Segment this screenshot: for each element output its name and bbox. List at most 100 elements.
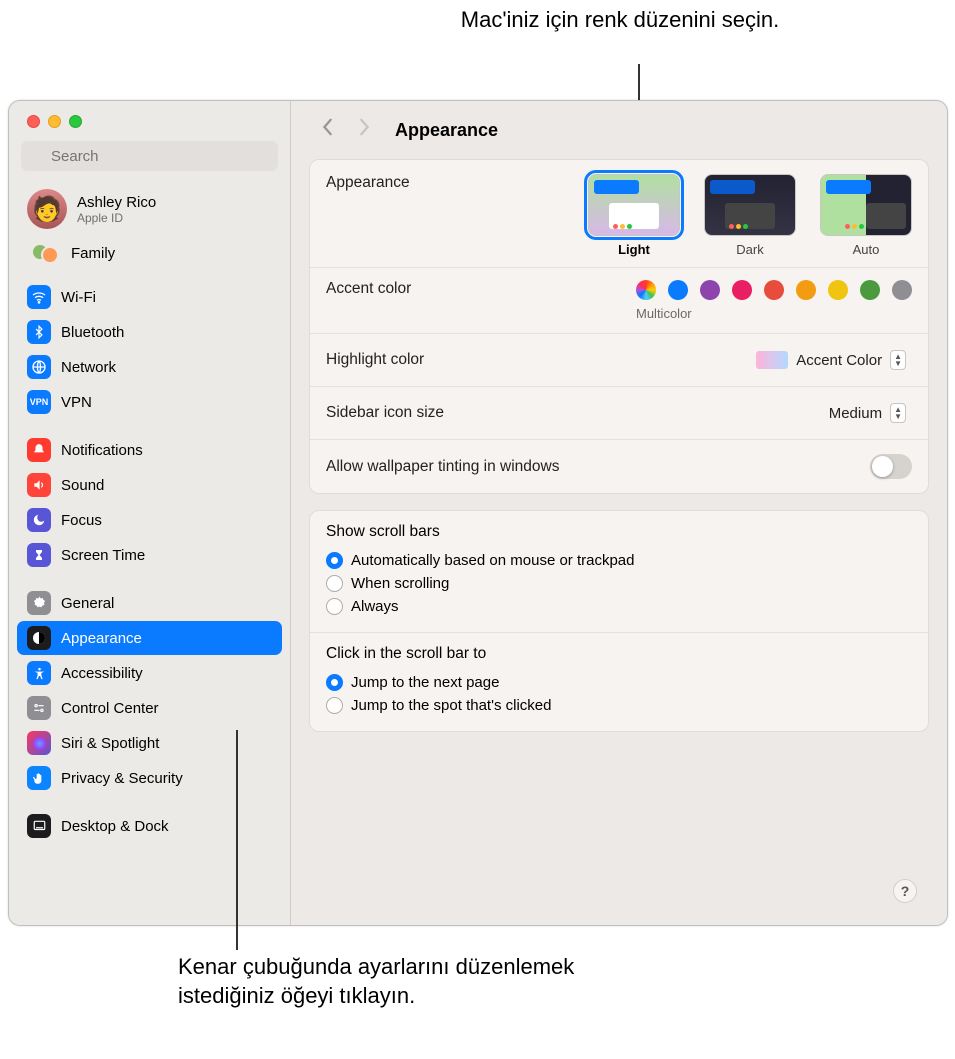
appearance-option-auto[interactable]: Auto [820, 174, 912, 257]
radio-button[interactable] [326, 697, 343, 714]
appearance-option-light[interactable]: Light [588, 174, 680, 257]
sidebar-item-label: Desktop & Dock [61, 818, 169, 835]
sidebar-item-controlcenter[interactable]: Control Center [17, 691, 282, 725]
sidebar-scroll: 🧑 Ashley Rico Apple ID Family Wi-FiBluet… [9, 179, 290, 925]
appearance-option-dark[interactable]: Dark [704, 174, 796, 257]
general-icon [27, 591, 51, 615]
sidebar-item-label: VPN [61, 394, 92, 411]
accent-color-yellow[interactable] [828, 280, 848, 300]
sidebar-item-label: Network [61, 359, 116, 376]
sidebar-item-label: Appearance [61, 630, 142, 647]
sidebar-item-label: Focus [61, 512, 102, 529]
appearance-thumb-light [588, 174, 680, 236]
search-container [9, 141, 290, 179]
sidebar-item-accessibility[interactable]: Accessibility [17, 656, 282, 690]
appearance-card: Appearance LightDarkAuto Accent color Mu… [309, 159, 929, 494]
highlight-value: Accent Color [796, 352, 882, 369]
sidebar-item-label: Control Center [61, 700, 159, 717]
click-scroll-option-spot[interactable]: Jump to the spot that's clicked [326, 694, 912, 717]
sidebar-item-general[interactable]: General [17, 586, 282, 620]
sidebar-item-siri[interactable]: Siri & Spotlight [17, 726, 282, 760]
scrollbars-option-auto[interactable]: Automatically based on mouse or trackpad [326, 549, 912, 572]
desktop-icon [27, 814, 51, 838]
sidebar-item-label: Screen Time [61, 547, 145, 564]
sidebar-item-privacy[interactable]: Privacy & Security [17, 761, 282, 795]
controlcenter-icon [27, 696, 51, 720]
accent-color-multi[interactable] [636, 280, 656, 300]
wifi-icon [27, 285, 51, 309]
notifications-icon [27, 438, 51, 462]
sidebar-item-screentime[interactable]: Screen Time [17, 538, 282, 572]
radio-label: Automatically based on mouse or trackpad [351, 552, 634, 569]
appearance-label: Appearance [326, 174, 410, 192]
forward-button[interactable] [353, 118, 375, 142]
accent-color-gray[interactable] [892, 280, 912, 300]
sidebar: 🧑 Ashley Rico Apple ID Family Wi-FiBluet… [9, 101, 291, 925]
accent-color-orange[interactable] [796, 280, 816, 300]
siri-icon [27, 731, 51, 755]
accent-color-pink[interactable] [732, 280, 752, 300]
back-button[interactable] [317, 118, 339, 142]
tinting-toggle[interactable] [870, 454, 912, 479]
minimize-button[interactable] [48, 115, 61, 128]
accessibility-icon [27, 661, 51, 685]
sidebar-item-notifications[interactable]: Notifications [17, 433, 282, 467]
window-traffic-lights [9, 101, 290, 141]
system-settings-window: 🧑 Ashley Rico Apple ID Family Wi-FiBluet… [8, 100, 948, 926]
accent-color-purple[interactable] [700, 280, 720, 300]
highlight-popup[interactable]: Accent Color ▲▼ [748, 348, 912, 372]
appearance-thumb-dark [704, 174, 796, 236]
sidebar-account[interactable]: 🧑 Ashley Rico Apple ID [9, 183, 290, 235]
radio-button[interactable] [326, 552, 343, 569]
accent-selected-label: Multicolor [636, 306, 692, 321]
scrollbars-option-always[interactable]: Always [326, 595, 912, 618]
scrollbars-option-scrolling[interactable]: When scrolling [326, 572, 912, 595]
sound-icon [27, 473, 51, 497]
accent-color-red[interactable] [764, 280, 784, 300]
radio-button[interactable] [326, 575, 343, 592]
close-button[interactable] [27, 115, 40, 128]
page-title: Appearance [395, 120, 498, 141]
sidebar-item-desktop[interactable]: Desktop & Dock [17, 809, 282, 843]
bluetooth-icon [27, 320, 51, 344]
sidebar-item-label: General [61, 595, 114, 612]
highlight-swatch [756, 351, 788, 369]
main-pane: Appearance Appearance Light Dark Auto Acce… [291, 101, 947, 925]
avatar: 🧑 [27, 189, 67, 229]
account-sub: Apple ID [77, 211, 156, 225]
chevron-updown-icon: ▲▼ [890, 350, 906, 370]
network-icon [27, 355, 51, 379]
sidebar-item-label: Accessibility [61, 665, 143, 682]
sidebar-item-appearance[interactable]: Appearance [17, 621, 282, 655]
sidebar-icon-size-popup[interactable]: Medium ▲▼ [821, 401, 912, 425]
radio-button[interactable] [326, 674, 343, 691]
appearance-caption: Auto [853, 242, 880, 257]
callout-bottom-text: Kenar çubuğunda ayarlarını düzenlemek is… [178, 954, 574, 1008]
callout-leader-line [236, 730, 238, 950]
tinting-label: Allow wallpaper tinting in windows [326, 458, 559, 476]
accent-color-blue[interactable] [668, 280, 688, 300]
appearance-icon [27, 626, 51, 650]
zoom-button[interactable] [69, 115, 82, 128]
sidebar-item-network[interactable]: Network [17, 350, 282, 384]
sidebar-item-focus[interactable]: Focus [17, 503, 282, 537]
sidebar-item-bluetooth[interactable]: Bluetooth [17, 315, 282, 349]
sidebar-item-label: Privacy & Security [61, 770, 183, 787]
highlight-label: Highlight color [326, 351, 424, 369]
chevron-updown-icon: ▲▼ [890, 403, 906, 423]
radio-button[interactable] [326, 598, 343, 615]
sidebar-family[interactable]: Family [9, 235, 290, 273]
sidebar-item-vpn[interactable]: VPN VPN [17, 385, 282, 419]
sidebar-item-label: Sound [61, 477, 104, 494]
sidebar-item-wifi[interactable]: Wi-Fi [17, 280, 282, 314]
sidebar-item-sound[interactable]: Sound [17, 468, 282, 502]
scroll-card: Show scroll bars Automatically based on … [309, 510, 929, 732]
help-glyph: ? [901, 883, 910, 899]
click-scroll-option-next[interactable]: Jump to the next page [326, 671, 912, 694]
search-input[interactable] [21, 141, 278, 171]
accent-color-green[interactable] [860, 280, 880, 300]
vpn-icon: VPN [27, 390, 51, 414]
appearance-caption: Light [618, 242, 650, 257]
titlebar: Appearance [291, 101, 947, 159]
help-button[interactable]: ? [893, 879, 917, 903]
